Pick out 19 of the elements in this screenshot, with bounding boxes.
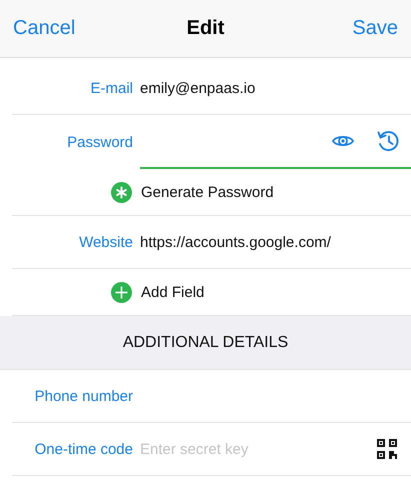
field-label: Phone number	[34, 388, 133, 404]
qr-code-icon[interactable]	[377, 439, 397, 459]
field-value[interactable]: emily@enpaas.io	[140, 80, 256, 96]
field-label: Website	[78, 234, 133, 250]
section-header: ADDITIONAL DETAILS	[0, 316, 411, 370]
input-field[interactable]: Enter secret key	[140, 440, 377, 458]
action-link[interactable]: Generate Password	[141, 184, 274, 200]
asterisk-icon[interactable]	[111, 182, 132, 202]
plus-icon[interactable]	[111, 282, 132, 302]
cancel-button[interactable]: Cancel	[13, 17, 76, 40]
field-value[interactable]: https://accounts.google.com/	[140, 234, 331, 250]
screen-title: Edit	[186, 17, 224, 39]
save-button[interactable]: Save	[352, 17, 398, 40]
field-label: Password	[66, 134, 133, 150]
field-label: E-mail	[89, 80, 133, 96]
history-icon[interactable]	[376, 129, 400, 153]
action-link[interactable]: Add Field	[141, 284, 204, 300]
field-label: One-time code	[34, 440, 133, 458]
eye-icon[interactable]	[332, 133, 354, 149]
